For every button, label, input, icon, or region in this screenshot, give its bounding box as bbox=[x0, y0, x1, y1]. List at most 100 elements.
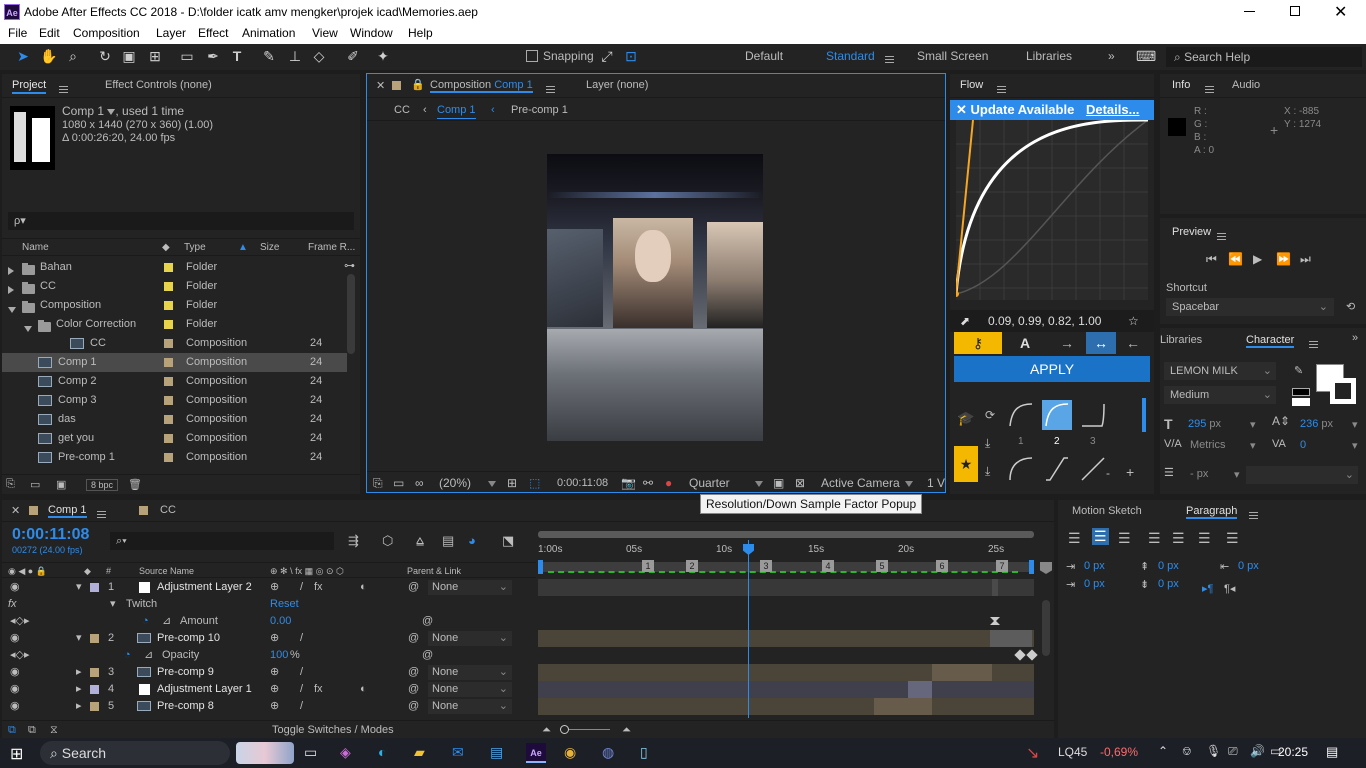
kerning-value[interactable]: Metrics bbox=[1190, 439, 1225, 451]
stroke-width-value[interactable]: - px bbox=[1190, 468, 1208, 480]
tab-effect-controls[interactable]: Effect Controls (none) bbox=[105, 79, 212, 91]
comp-frame-image[interactable] bbox=[547, 154, 763, 441]
learn-icon[interactable]: 🎓 bbox=[957, 410, 974, 427]
flow-menu-icon[interactable] bbox=[997, 85, 1006, 93]
tab-comp1-timeline[interactable]: Comp 1 bbox=[48, 504, 87, 518]
project-search-input[interactable]: ρ▾ bbox=[8, 212, 354, 230]
keyframe-marker[interactable] bbox=[990, 617, 1000, 625]
project-comp-row[interactable]: CC Composition 24 bbox=[2, 334, 347, 353]
expand-right-icon[interactable]: ▸ bbox=[76, 681, 82, 698]
favorite-icon[interactable]: ☆ bbox=[1128, 310, 1139, 332]
parent-dropdown[interactable]: None ⌄ bbox=[428, 580, 512, 595]
tab-project[interactable]: Project bbox=[12, 79, 47, 94]
type-tool-icon[interactable]: T bbox=[228, 47, 246, 65]
mask-visibility-icon[interactable]: ∞ bbox=[415, 472, 424, 494]
eye-icon[interactable]: ◉ bbox=[10, 630, 20, 647]
workspace-small-screen[interactable]: Small Screen bbox=[917, 44, 988, 68]
task-view-icon[interactable]: ▭ bbox=[304, 744, 317, 761]
chevron-down-icon[interactable]: ▾ bbox=[1352, 439, 1358, 452]
details-link[interactable]: Details... bbox=[1086, 102, 1139, 117]
label-swatch[interactable] bbox=[164, 320, 173, 329]
label-swatch[interactable] bbox=[164, 282, 173, 291]
pan-behind-tool-icon[interactable]: ⊞ bbox=[146, 47, 164, 65]
align-center-icon[interactable]: ☰ bbox=[1092, 528, 1109, 545]
parent-dropdown[interactable]: None ⌄ bbox=[428, 682, 512, 697]
camera-tool-icon[interactable]: ▣ bbox=[120, 47, 138, 65]
menu-file[interactable]: File bbox=[8, 24, 27, 42]
adjustment-switch-icon[interactable]: ◐ bbox=[360, 681, 367, 698]
last-frame-icon[interactable]: ⏭ bbox=[1300, 252, 1311, 267]
project-comp-row[interactable]: Comp 3 Composition 24 bbox=[2, 391, 347, 410]
comp-marker[interactable]: 1 bbox=[642, 560, 654, 572]
stopwatch-icon[interactable]: ◔ bbox=[124, 647, 131, 664]
tab-layer[interactable]: Layer (none) bbox=[586, 79, 648, 91]
volume-icon[interactable]: 🔊 bbox=[1250, 744, 1265, 758]
white-swatch[interactable] bbox=[1292, 398, 1310, 406]
eraser-tool-icon[interactable]: ◇ bbox=[310, 47, 328, 65]
layer-name[interactable]: Pre-comp 10 bbox=[157, 630, 220, 647]
interpret-footage-icon[interactable]: ⎘ bbox=[6, 478, 15, 491]
fx-switch-icon[interactable]: fx bbox=[314, 579, 323, 596]
frame-blending-icon[interactable]: ▤ bbox=[442, 533, 454, 549]
more-panels-icon[interactable]: » bbox=[1352, 332, 1358, 344]
layer-label-swatch[interactable] bbox=[90, 685, 99, 694]
project-comp-row[interactable]: das Composition 24 bbox=[2, 410, 347, 429]
tab-info[interactable]: Info bbox=[1172, 79, 1190, 91]
leading-value[interactable]: 236 px bbox=[1300, 418, 1333, 430]
project-comp-row[interactable]: get you Composition 24 bbox=[2, 429, 347, 448]
lock-icon[interactable]: 🔒 bbox=[411, 78, 425, 91]
crumb-cc[interactable]: CC bbox=[394, 99, 410, 121]
workspace-default[interactable]: Default bbox=[745, 44, 783, 68]
comp-marker[interactable]: 7 bbox=[996, 560, 1008, 572]
justify-right-icon[interactable]: ☰ bbox=[1198, 530, 1211, 547]
expand-right-icon[interactable]: ▾ bbox=[76, 579, 82, 596]
ease-in-icon[interactable]: ← bbox=[1126, 332, 1140, 354]
microphone-icon[interactable]: 🎙 bbox=[1206, 744, 1221, 758]
col-type[interactable]: Type bbox=[184, 239, 206, 257]
shy-icon[interactable]: ⩠ bbox=[416, 533, 424, 549]
ease-preset-2[interactable] bbox=[1042, 400, 1072, 430]
quality-switch-icon[interactable]: / bbox=[300, 664, 303, 681]
minimize-button[interactable] bbox=[1244, 11, 1255, 12]
chevron-down-icon[interactable]: ▾ bbox=[1250, 439, 1256, 452]
character-menu-icon[interactable] bbox=[1309, 340, 1318, 348]
zoom-dropdown[interactable]: (20%) bbox=[439, 472, 497, 494]
label-swatch[interactable] bbox=[164, 434, 173, 443]
toggle-switches-modes[interactable]: Toggle Switches / Modes bbox=[272, 721, 394, 739]
keyframe-nav-icon[interactable]: ◂◇▸ bbox=[10, 647, 30, 664]
justify-all-icon[interactable]: ☰ bbox=[1226, 530, 1239, 547]
tab-cc-timeline[interactable]: CC bbox=[160, 504, 176, 516]
ease-both-icon[interactable]: ↔ bbox=[1086, 332, 1116, 354]
snapshot-icon[interactable]: 📷 bbox=[621, 472, 636, 494]
label-col-icon[interactable]: ◆ bbox=[162, 239, 170, 257]
first-frame-icon[interactable]: ⏮ bbox=[1206, 252, 1217, 267]
clock[interactable]: 20:25 bbox=[1278, 745, 1308, 759]
font-size-value[interactable]: 295 px bbox=[1188, 418, 1221, 430]
close-window-button[interactable]: ✕ bbox=[1334, 2, 1347, 22]
font-style-dropdown[interactable]: Medium ⌄ bbox=[1164, 386, 1276, 404]
tab-character[interactable]: Character bbox=[1246, 334, 1295, 348]
network-icon[interactable]: ⎚ bbox=[1228, 744, 1238, 759]
label-swatch[interactable] bbox=[164, 301, 173, 310]
update-banner[interactable]: ✕ Update Available Details... bbox=[950, 100, 1154, 120]
comp-marker[interactable]: 4 bbox=[822, 560, 834, 572]
expression-icon[interactable]: @ bbox=[422, 647, 433, 664]
in-out-icon[interactable]: ⧖ bbox=[50, 721, 58, 739]
workspace-libraries[interactable]: Libraries bbox=[1026, 44, 1072, 68]
new-folder-icon[interactable]: ▭ bbox=[30, 478, 40, 491]
clone-stamp-tool-icon[interactable]: ⊥ bbox=[286, 47, 304, 65]
time-ruler[interactable]: 1:00s 05s 10s 15s 20s 25s bbox=[538, 540, 1034, 560]
import-icon[interactable]: ⤓ bbox=[985, 436, 990, 451]
label-swatch[interactable] bbox=[164, 358, 173, 367]
ease-preset-4[interactable] bbox=[1006, 454, 1036, 484]
add-preset-icon[interactable]: + bbox=[1126, 464, 1134, 480]
fx-switch-icon[interactable]: fx bbox=[314, 681, 323, 698]
notepad-icon[interactable]: ▯ bbox=[640, 744, 648, 761]
project-comp-row[interactable]: Comp 1 Composition 24 bbox=[2, 353, 347, 372]
bezier-values[interactable]: ⬈ 0.09, 0.99, 0.82, 1.00 ☆ bbox=[950, 310, 1154, 332]
keyframe-marker[interactable] bbox=[1014, 649, 1026, 661]
eye-icon[interactable]: ◉ bbox=[10, 698, 20, 715]
roto-brush-tool-icon[interactable]: ✐ bbox=[344, 47, 362, 65]
refresh-icon[interactable]: ⟳ bbox=[985, 408, 995, 422]
rotate-tool-icon[interactable]: ↻ bbox=[96, 47, 114, 65]
